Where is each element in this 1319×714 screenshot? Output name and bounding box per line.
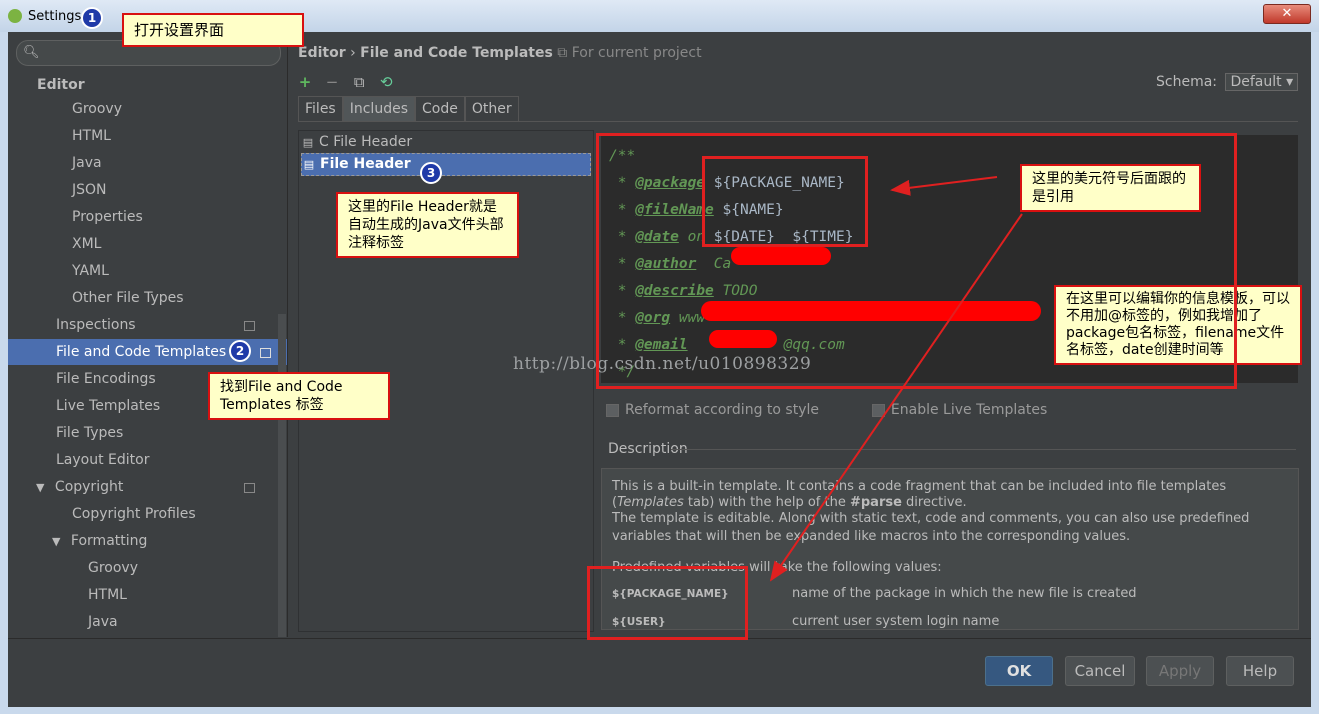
arrow-to-variables <box>890 176 998 196</box>
arrow-to-predefined-vars <box>769 213 1023 582</box>
annotation-arrows <box>769 176 1023 582</box>
